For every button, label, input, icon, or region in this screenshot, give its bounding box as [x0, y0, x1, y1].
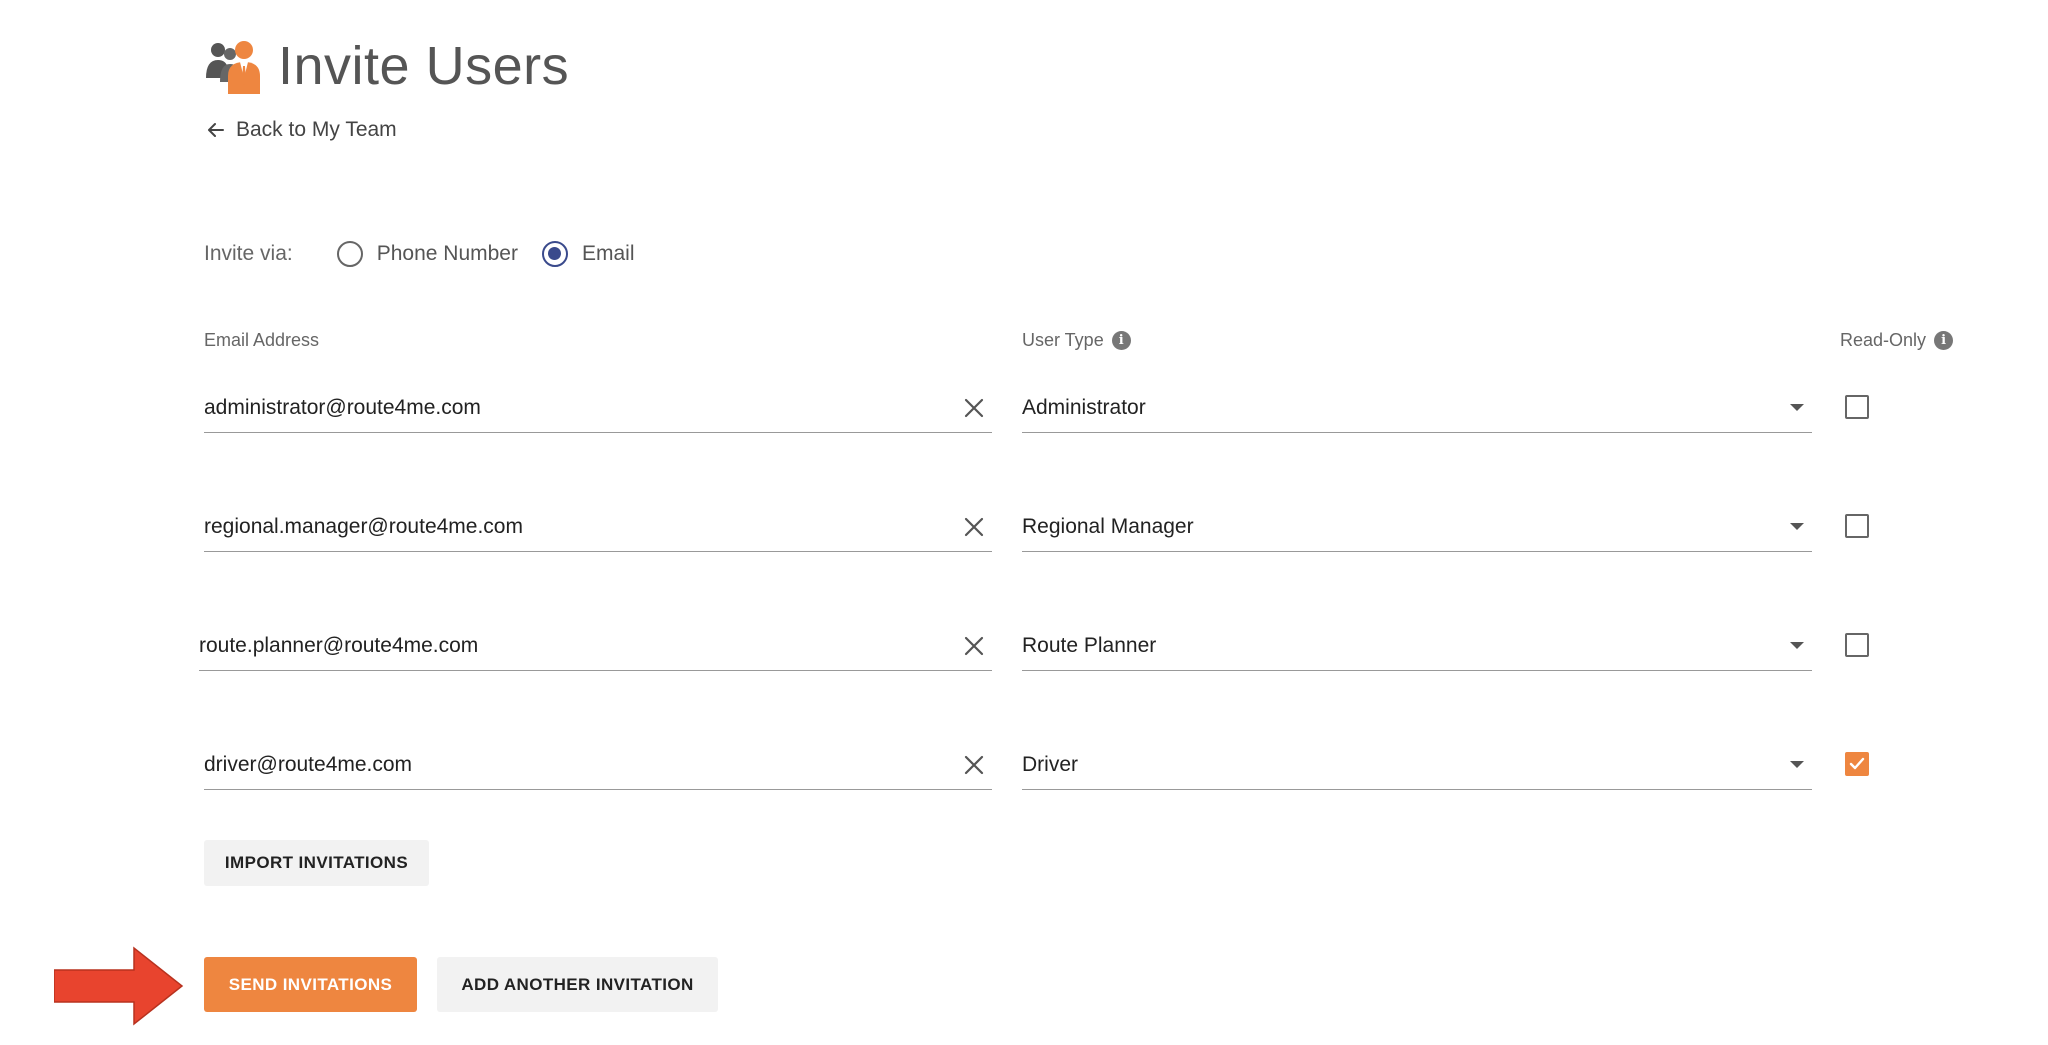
import-invitations-button[interactable]: IMPORT INVITATIONS: [204, 840, 429, 886]
users-icon: [206, 41, 260, 94]
page-title: Invite Users: [278, 36, 570, 96]
invite-users-page: Invite Users Back to My Team Invite via:…: [0, 0, 2048, 1045]
chevron-down-icon: [1790, 761, 1804, 768]
user-type-select[interactable]: Administrator: [1022, 383, 1812, 433]
read-only-checkbox[interactable]: [1845, 514, 1869, 538]
email-value[interactable]: regional.manager@route4me.com: [204, 515, 962, 539]
close-icon[interactable]: [962, 634, 986, 658]
email-input[interactable]: regional.manager@route4me.com: [204, 502, 992, 552]
column-label: Read-Only: [1840, 330, 1927, 350]
user-type-select[interactable]: Route Planner: [1022, 621, 1812, 671]
user-type-value: Driver: [1022, 752, 1078, 776]
chevron-down-icon: [1790, 523, 1804, 530]
radio-button-selected[interactable]: [541, 241, 568, 267]
info-icon[interactable]: i: [1934, 331, 1954, 350]
email-input[interactable]: route.planner@route4me.com: [199, 621, 992, 671]
radio-email[interactable]: Email: [541, 241, 635, 267]
radio-label: Email: [581, 242, 635, 265]
invitation-row: administrator@route4me.com Administrator: [0, 383, 2048, 443]
arrow-left-icon: [208, 123, 224, 137]
annotation-arrow-icon: [54, 946, 184, 1026]
user-type-column-header: User Type i: [1022, 330, 1131, 351]
close-icon[interactable]: [962, 753, 986, 777]
read-only-column-header: Read-Only i: [1840, 330, 1954, 351]
read-only-checkbox-checked[interactable]: [1845, 752, 1869, 776]
user-type-value: Administrator: [1022, 395, 1146, 419]
invite-via-group: Invite via: Phone Number Email: [204, 236, 658, 272]
read-only-checkbox[interactable]: [1845, 395, 1869, 419]
back-link-label: Back to My Team: [236, 118, 397, 141]
chevron-down-icon: [1790, 642, 1804, 649]
user-type-value: Regional Manager: [1022, 514, 1194, 538]
checkmark-icon: [1849, 757, 1865, 770]
user-type-select[interactable]: Driver: [1022, 740, 1812, 790]
column-label: Email Address: [204, 330, 320, 350]
page-header: Invite Users: [204, 34, 569, 98]
radio-label: Phone Number: [376, 242, 518, 265]
chevron-down-icon: [1790, 404, 1804, 411]
radio-button[interactable]: [336, 241, 363, 267]
send-invitations-button[interactable]: SEND INVITATIONS: [204, 957, 417, 1012]
invite-via-label: Invite via:: [204, 242, 293, 265]
invitation-row: route.planner@route4me.com Route Planner: [0, 621, 2048, 681]
back-to-team-link[interactable]: Back to My Team: [206, 118, 397, 142]
column-label: User Type: [1022, 330, 1104, 350]
add-another-invitation-button[interactable]: ADD ANOTHER INVITATION: [437, 957, 718, 1012]
email-input[interactable]: driver@route4me.com: [204, 740, 992, 790]
close-icon[interactable]: [962, 396, 986, 420]
read-only-checkbox[interactable]: [1845, 633, 1869, 657]
radio-phone-number[interactable]: Phone Number: [336, 241, 518, 267]
email-value[interactable]: administrator@route4me.com: [204, 396, 962, 420]
email-value[interactable]: route.planner@route4me.com: [199, 634, 962, 658]
user-type-value: Route Planner: [1022, 633, 1157, 657]
invitation-row: regional.manager@route4me.com Regional M…: [0, 502, 2048, 562]
email-column-header: Email Address: [204, 330, 319, 351]
email-input[interactable]: administrator@route4me.com: [204, 383, 992, 433]
user-type-select[interactable]: Regional Manager: [1022, 502, 1812, 552]
info-icon[interactable]: i: [1111, 331, 1131, 350]
close-icon[interactable]: [962, 515, 986, 539]
email-value[interactable]: driver@route4me.com: [204, 753, 962, 777]
invitation-row: driver@route4me.com Driver: [0, 740, 2048, 800]
